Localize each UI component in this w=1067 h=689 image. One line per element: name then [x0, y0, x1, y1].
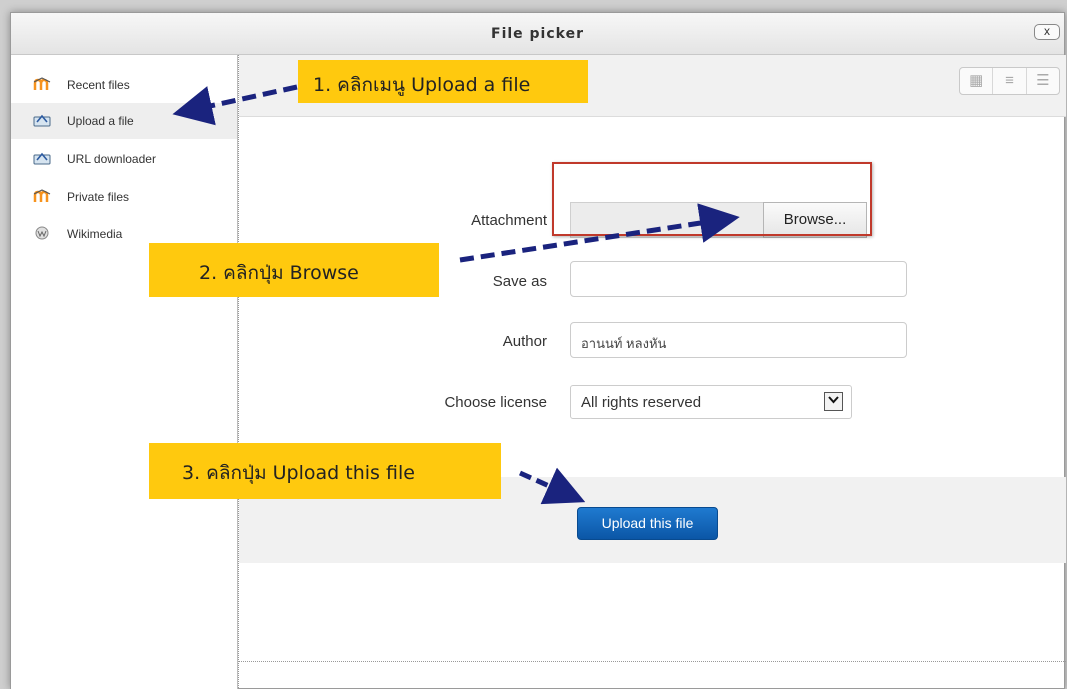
arrow-step-1 — [172, 84, 298, 126]
arrow-step-2 — [459, 203, 740, 263]
instruction-arrows — [172, 84, 740, 505]
arrow-step-3 — [518, 467, 586, 505]
